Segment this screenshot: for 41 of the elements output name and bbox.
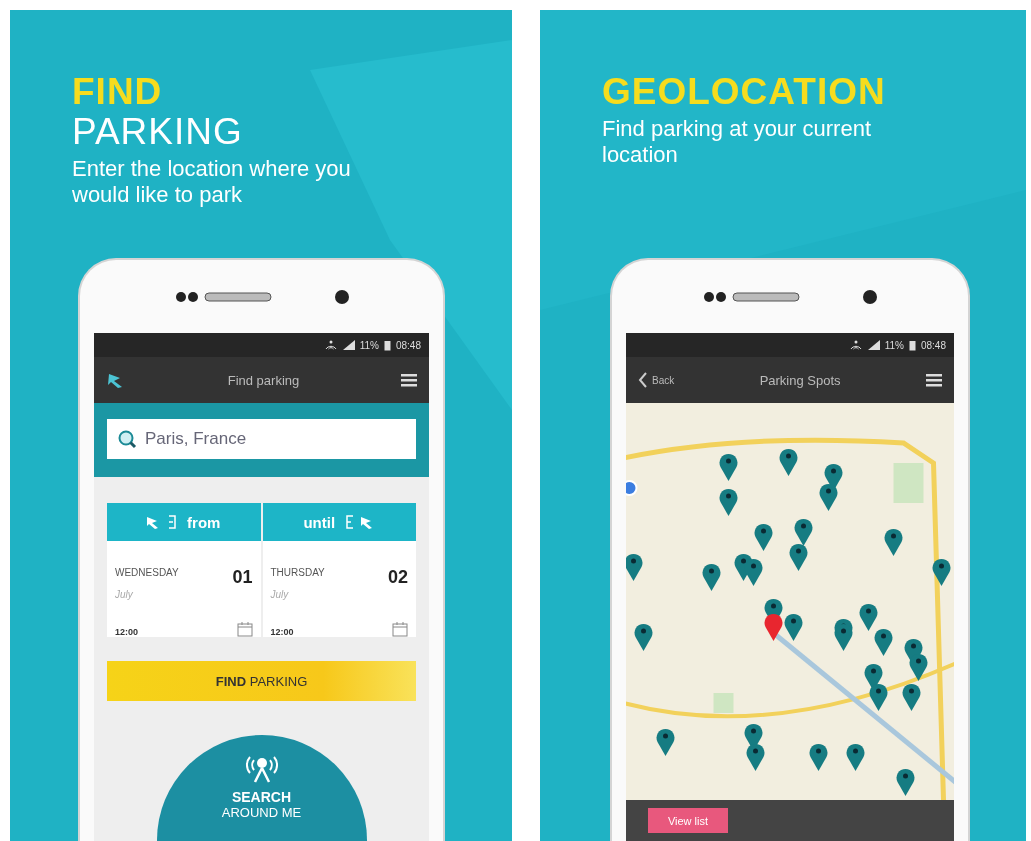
view-list-button[interactable]: View list (648, 808, 728, 833)
camera-icon (334, 289, 349, 304)
screen-title: Find parking (226, 372, 301, 388)
menu-icon[interactable] (401, 373, 417, 387)
time: 12:00 (270, 627, 295, 637)
signal-icon (342, 340, 355, 350)
calendar-icon[interactable] (236, 621, 253, 637)
weekday: WEDNESDAY (115, 567, 180, 580)
day-number: 02 (387, 567, 408, 589)
subtitle: Find parking at your current location (602, 116, 873, 168)
battery-percent: 11% (884, 339, 904, 351)
chevron-left-icon (638, 372, 648, 388)
day-number: 01 (232, 567, 253, 589)
search-around-me-button[interactable]: SEARCH AROUND ME (156, 735, 367, 841)
month: July (270, 589, 290, 603)
date-card[interactable]: WEDNESDAY 01 July 12:00 (107, 541, 261, 637)
headline: FIND (72, 72, 163, 112)
find-parking-button[interactable]: FIND PARKING (107, 661, 416, 701)
time: 12:00 (115, 627, 140, 637)
battery-percent: 11% (359, 339, 379, 351)
search-field[interactable]: Paris, France (107, 419, 416, 459)
battery-icon (908, 339, 916, 351)
weekday: THURSDAY (270, 567, 326, 580)
date-card[interactable]: THURSDAY 02 July 12:00 (262, 541, 416, 637)
back-button[interactable]: Back (638, 372, 675, 388)
subtitle: Enter the location where you would like to park (72, 156, 352, 208)
month: July (115, 589, 134, 603)
headline: GEOLOCATION (602, 72, 886, 112)
camera-icon (863, 289, 877, 304)
search-icon (117, 429, 137, 449)
headline: PARKING (72, 112, 243, 152)
screen-title: Parking Spots (758, 372, 842, 388)
map-drawing[interactable] (626, 403, 954, 800)
speaker-icon (703, 289, 803, 304)
calendar-icon[interactable] (392, 621, 408, 637)
clock-time: 08:48 (395, 339, 421, 351)
speaker-icon (174, 289, 275, 304)
clock-time: 08:48 (920, 339, 946, 351)
menu-icon[interactable] (926, 373, 942, 387)
signal-icon (867, 340, 880, 350)
battery-icon (383, 339, 391, 351)
